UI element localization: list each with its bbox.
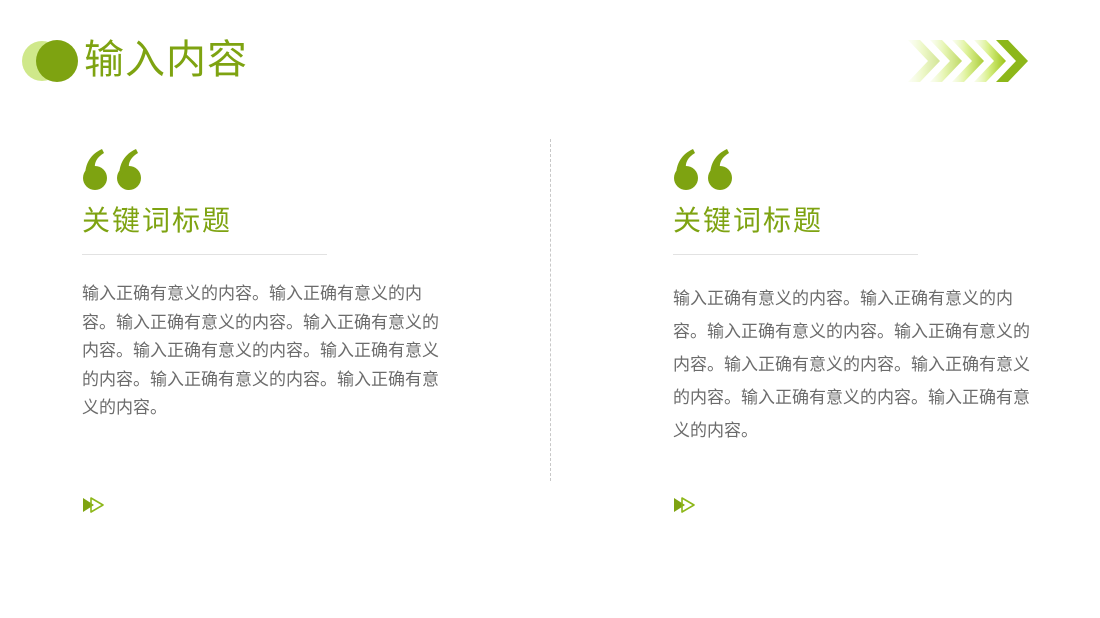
card-title: 关键词标题: [82, 204, 233, 237]
play-arrow-icon: [674, 497, 695, 513]
quote-icon: [83, 149, 141, 190]
play-arrow-icon: [83, 497, 104, 513]
quote-icon: [674, 149, 732, 190]
card-body-text: 输入正确有意义的内容。输入正确有意义的内容。输入正确有意义的内容。输入正确有意义…: [673, 289, 1030, 441]
card-rule: [673, 254, 918, 255]
card-rule: [82, 254, 327, 255]
title-dot-dark: [36, 40, 78, 82]
quote-card-left: 关键词标题 输入正确有意义的内容。输入正确有意义的内容。输入正确有意义的内容。输…: [82, 146, 442, 423]
card-body-text: 输入正确有意义的内容。输入正确有意义的内容。输入正确有意义的内容。输入正确有意义…: [82, 284, 439, 418]
column-divider: [550, 139, 551, 481]
slide-header: 输入内容: [0, 0, 1100, 110]
quote-card-right: 关键词标题 输入正确有意义的内容。输入正确有意义的内容。输入正确有意义的内容。输…: [673, 146, 1033, 448]
card-title: 关键词标题: [673, 204, 824, 237]
chevron-arrows-icon: [908, 40, 1028, 82]
page-title: 输入内容: [84, 37, 248, 83]
title-dots-icon: [22, 40, 78, 82]
